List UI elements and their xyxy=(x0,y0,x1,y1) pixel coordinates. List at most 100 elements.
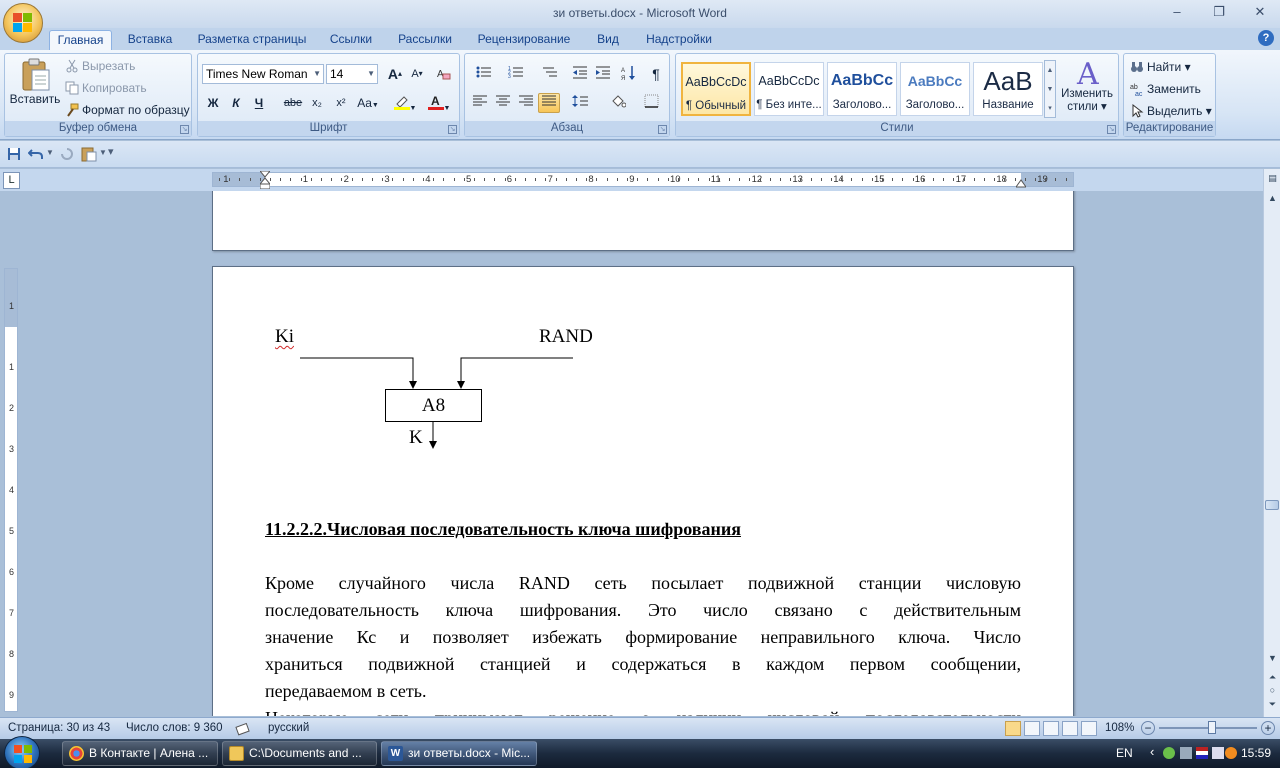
copy-button[interactable]: Копировать xyxy=(65,81,147,95)
tab-review[interactable]: Рецензирование xyxy=(472,30,576,50)
outline-view-button[interactable] xyxy=(1062,721,1078,736)
change-case-button[interactable]: Aa▼ xyxy=(354,93,382,113)
display-icon[interactable] xyxy=(1212,747,1224,759)
tab-insert[interactable]: Вставка xyxy=(122,30,178,50)
clock[interactable]: 15:59 xyxy=(1241,746,1271,760)
scroll-down-icon[interactable]: ▼ xyxy=(1266,653,1279,663)
draft-view-button[interactable] xyxy=(1081,721,1097,736)
clear-formatting-button[interactable]: A xyxy=(432,64,454,84)
paragraph-launcher-icon[interactable]: ↘ xyxy=(658,125,667,134)
office-button[interactable] xyxy=(3,3,43,43)
device-icon[interactable] xyxy=(1180,747,1192,759)
cut-button[interactable]: Вырезать xyxy=(65,59,135,73)
tab-view[interactable]: Вид xyxy=(590,30,626,50)
maximize-button[interactable]: ❐ xyxy=(1208,4,1230,22)
ruler-toggle-icon[interactable]: ▤ xyxy=(1266,173,1279,184)
taskbar-item-explorer[interactable]: C:\Documents and ... xyxy=(222,741,377,766)
web-layout-button[interactable] xyxy=(1043,721,1059,736)
proofing-icon[interactable] xyxy=(235,722,251,736)
multilevel-list-button[interactable] xyxy=(535,64,565,84)
shading-button[interactable] xyxy=(603,93,633,113)
superscript-button[interactable]: x² xyxy=(330,93,352,113)
start-button[interactable] xyxy=(4,736,40,768)
sort-button[interactable]: AЯ xyxy=(618,64,640,84)
align-center-button[interactable] xyxy=(492,93,514,113)
tray-expand-icon[interactable]: ‹ xyxy=(1150,744,1154,759)
indent-marker-icon[interactable] xyxy=(260,171,270,189)
paste-icon[interactable] xyxy=(81,146,97,162)
chevron-down-icon[interactable]: ▼ xyxy=(46,148,54,157)
word-count[interactable]: Число слов: 9 360 xyxy=(126,722,223,734)
save-icon[interactable] xyxy=(7,147,21,161)
network-icon[interactable] xyxy=(1163,747,1175,759)
tab-addins[interactable]: Надстройки xyxy=(640,30,718,50)
flag-icon[interactable] xyxy=(1196,747,1208,759)
style-normal[interactable]: AaBbCcDc ¶ Обычный xyxy=(681,62,751,116)
next-page-icon[interactable]: ⏷ xyxy=(1266,699,1279,710)
numbering-button[interactable]: 123 xyxy=(501,64,531,84)
show-marks-button[interactable]: ¶ xyxy=(645,64,667,84)
styles-launcher-icon[interactable]: ↘ xyxy=(1107,125,1116,134)
strikethrough-button[interactable]: abe xyxy=(282,93,304,113)
undo-icon[interactable] xyxy=(28,147,44,161)
underline-button[interactable]: Ч xyxy=(248,93,270,113)
align-left-button[interactable] xyxy=(469,93,491,113)
subscript-button[interactable]: x₂ xyxy=(306,93,328,113)
tab-home[interactable]: Главная xyxy=(49,30,112,50)
select-button[interactable]: Выделить ▾ xyxy=(1130,104,1212,118)
paste-button[interactable]: Вставить xyxy=(9,58,61,120)
style-title[interactable]: AaB Название xyxy=(973,62,1043,116)
vertical-scrollbar[interactable]: ▤ ▲ ▼ ⏶ ○ ⏷ xyxy=(1263,169,1280,717)
tab-mailings[interactable]: Рассылки xyxy=(392,30,458,50)
font-name-combo[interactable]: Times New Roman ▼ xyxy=(202,64,324,84)
right-indent-marker-icon[interactable] xyxy=(1016,178,1026,188)
redo-icon[interactable] xyxy=(60,147,74,161)
borders-button[interactable] xyxy=(637,93,667,113)
customize-qat-icon[interactable]: ▾ xyxy=(108,145,114,158)
taskbar-item-browser[interactable]: В Контакте | Алена ... xyxy=(62,741,218,766)
replace-button[interactable]: ab ac Заменить xyxy=(1130,82,1201,96)
input-language[interactable]: EN xyxy=(1116,746,1133,760)
font-size-combo[interactable]: 14 ▼ xyxy=(326,64,378,84)
styles-scroll[interactable]: ▲ ▼ ▾ xyxy=(1044,60,1056,118)
font-launcher-icon[interactable]: ↘ xyxy=(448,125,457,134)
chevron-down-icon[interactable]: ▼ xyxy=(99,148,107,157)
highlight-button[interactable]: ▼ xyxy=(390,93,420,113)
zoom-in-button[interactable]: + xyxy=(1261,721,1275,735)
justify-button[interactable] xyxy=(538,93,560,113)
page-count[interactable]: Страница: 30 из 43 xyxy=(8,722,110,734)
help-button[interactable]: ? xyxy=(1258,30,1274,46)
horizontal-ruler[interactable]: 1 1 2 3 4 5 6 7 8 9 10 11 12 13 14 15 16 17 18 19 xyxy=(212,171,1074,189)
style-no-spacing[interactable]: AaBbCcDc ¶ Без инте... xyxy=(754,62,824,116)
line-spacing-button[interactable] xyxy=(565,93,595,113)
zoom-slider-thumb[interactable] xyxy=(1208,721,1216,734)
clipboard-launcher-icon[interactable]: ↘ xyxy=(180,125,189,134)
scrollbar-thumb[interactable] xyxy=(1265,500,1279,510)
find-button[interactable]: Найти ▾ xyxy=(1130,60,1191,74)
bullets-button[interactable] xyxy=(469,64,499,84)
zoom-out-button[interactable]: − xyxy=(1141,721,1155,735)
format-painter-button[interactable]: Формат по образцу xyxy=(65,103,190,117)
document-area[interactable]: Ki RAND A8 K 11.2.2.2.Числовая последова… xyxy=(22,191,1262,716)
full-screen-reading-button[interactable] xyxy=(1024,721,1040,736)
align-right-button[interactable] xyxy=(515,93,537,113)
app-tray-icon[interactable] xyxy=(1225,747,1237,759)
zoom-slider[interactable] xyxy=(1159,721,1257,734)
font-color-button[interactable]: A ▼ xyxy=(424,93,454,113)
select-browse-object-icon[interactable]: ○ xyxy=(1266,685,1279,695)
close-button[interactable]: ✕ xyxy=(1249,4,1271,22)
shrink-font-button[interactable]: A▾ xyxy=(406,64,428,84)
vertical-ruler[interactable]: 1 1 2 3 4 5 6 7 8 9 xyxy=(4,268,18,712)
decrease-indent-button[interactable] xyxy=(569,64,591,84)
previous-page-icon[interactable]: ⏶ xyxy=(1266,672,1279,683)
tab-selector[interactable]: L xyxy=(3,172,20,189)
tab-page-layout[interactable]: Разметка страницы xyxy=(192,30,312,50)
taskbar-item-word[interactable]: W зи ответы.docx - Mic... xyxy=(381,741,537,766)
style-heading-1[interactable]: AaBbCc Заголово... xyxy=(827,62,897,116)
minimize-button[interactable]: – xyxy=(1166,4,1188,22)
scroll-up-icon[interactable]: ▲ xyxy=(1266,193,1279,203)
bold-button[interactable]: Ж xyxy=(202,93,224,113)
zoom-level[interactable]: 108% xyxy=(1105,722,1134,734)
style-heading-2[interactable]: AaBbCc Заголово... xyxy=(900,62,970,116)
language-indicator[interactable]: русский xyxy=(268,722,309,734)
